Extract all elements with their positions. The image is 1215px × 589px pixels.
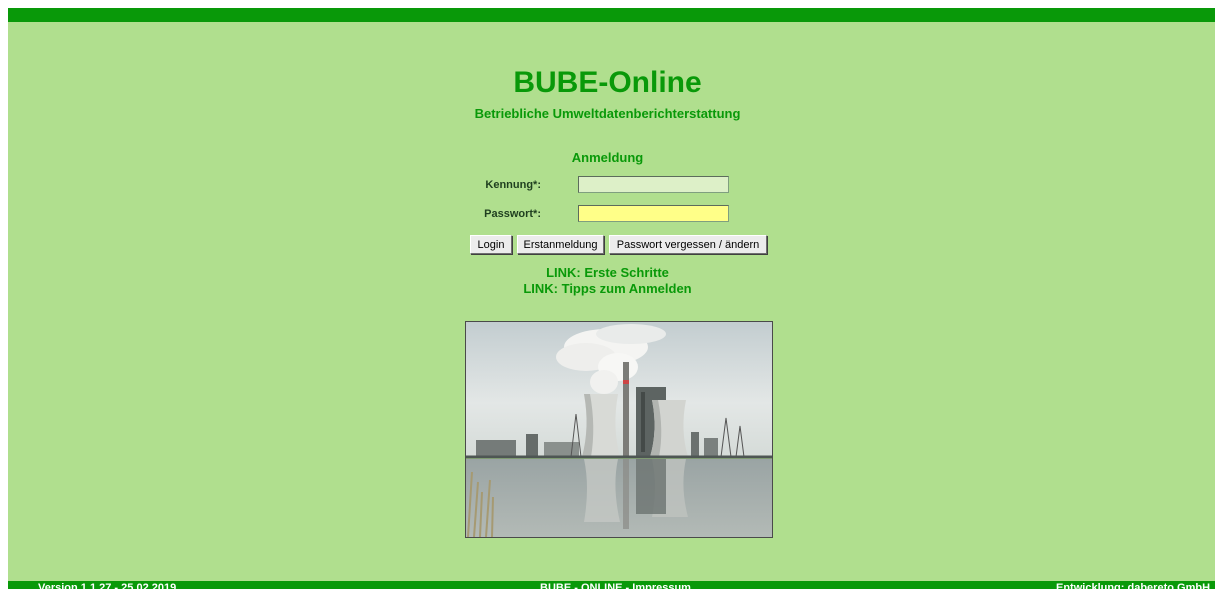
password-input[interactable]	[578, 205, 729, 222]
footer-bar: Version 1.1.27 - 25.02.2019 BUBE - ONLIN…	[8, 581, 1215, 589]
login-tips-link[interactable]: LINK: Tipps zum Anmelden	[8, 281, 1215, 296]
first-login-button[interactable]: Erstanmeldung	[517, 235, 604, 254]
page-frame: BUBE-Online Betriebliche Umweltdatenberi…	[8, 8, 1215, 589]
user-input[interactable]	[578, 176, 729, 193]
footer-developer: Entwicklung: dabereto GmbH	[1056, 582, 1211, 589]
footer-version: Version 1.1.27 - 25.02.2019	[38, 582, 177, 589]
login-button[interactable]: Login	[470, 235, 512, 254]
user-label: Kennung*:	[485, 179, 541, 191]
footer-impressum-link[interactable]: BUBE - ONLINE - Impressum	[540, 581, 691, 589]
login-heading: Anmeldung	[571, 150, 644, 165]
top-bar	[8, 8, 1215, 22]
forgot-password-button[interactable]: Passwort vergessen / ändern	[609, 235, 767, 254]
power-plant-photo	[465, 321, 773, 538]
power-plant-illustration	[466, 322, 772, 537]
password-label: Passwort*:	[484, 208, 541, 220]
page-title: BUBE-Online	[513, 66, 702, 99]
page-subtitle: Betriebliche Umweltdatenberichterstattun…	[474, 106, 741, 121]
first-steps-link[interactable]: LINK: Erste Schritte	[8, 265, 1215, 280]
